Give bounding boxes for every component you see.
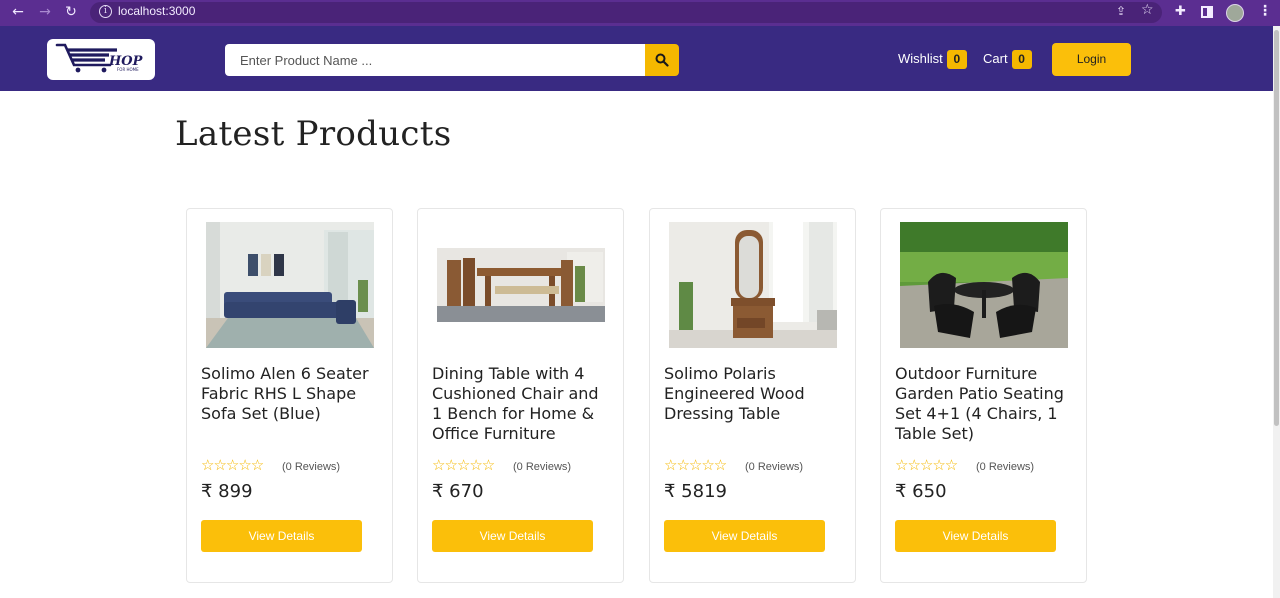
search-input[interactable] bbox=[225, 44, 645, 76]
rating-stars: ☆☆☆☆☆ bbox=[895, 456, 958, 474]
product-price: ₹ 670 bbox=[432, 481, 484, 502]
search-button[interactable] bbox=[645, 44, 679, 76]
view-details-button[interactable]: View Details bbox=[201, 520, 362, 552]
split-view-icon[interactable] bbox=[1201, 6, 1213, 18]
view-details-button[interactable]: View Details bbox=[432, 520, 593, 552]
patio-set-image bbox=[900, 222, 1068, 348]
product-title[interactable]: Solimo Polaris Engineered Wood Dressing … bbox=[664, 364, 844, 424]
site-logo[interactable]: HOP FOR HOME bbox=[47, 39, 155, 80]
view-details-button[interactable]: View Details bbox=[664, 520, 825, 552]
rating-stars: ☆☆☆☆☆ bbox=[201, 456, 264, 474]
shop-logo-graphic: HOP FOR HOME bbox=[55, 43, 144, 73]
url-text[interactable]: localhost:3000 bbox=[118, 4, 195, 18]
svg-text:FOR HOME: FOR HOME bbox=[117, 67, 139, 72]
product-image[interactable] bbox=[669, 222, 837, 348]
search-icon bbox=[655, 53, 669, 67]
review-count: (0 Reviews) bbox=[513, 461, 572, 473]
share-icon[interactable]: ⇪ bbox=[1116, 4, 1126, 18]
wishlist-label: Wishlist bbox=[898, 50, 943, 66]
product-image[interactable] bbox=[206, 222, 374, 348]
product-card[interactable]: Outdoor Furniture Garden Patio Seating S… bbox=[880, 208, 1087, 583]
info-icon[interactable]: i bbox=[99, 5, 112, 18]
star-icon[interactable]: ☆ bbox=[1141, 2, 1154, 18]
product-image[interactable] bbox=[437, 222, 605, 348]
product-title[interactable]: Dining Table with 4 Cushioned Chair and … bbox=[432, 364, 612, 444]
scrollbar-thumb[interactable] bbox=[1274, 30, 1279, 426]
review-count: (0 Reviews) bbox=[976, 461, 1035, 473]
cart-count-badge: 0 bbox=[1011, 50, 1032, 69]
view-details-button[interactable]: View Details bbox=[895, 520, 1056, 552]
product-title[interactable]: Solimo Alen 6 Seater Fabric RHS L Shape … bbox=[201, 364, 381, 424]
profile-avatar[interactable] bbox=[1226, 4, 1244, 22]
product-title[interactable]: Outdoor Furniture Garden Patio Seating S… bbox=[895, 364, 1075, 444]
rating-stars: ☆☆☆☆☆ bbox=[664, 456, 727, 474]
login-button[interactable]: Login bbox=[1052, 43, 1131, 76]
cart-label: Cart bbox=[983, 50, 1008, 66]
rating-stars: ☆☆☆☆☆ bbox=[432, 456, 495, 474]
review-count: (0 Reviews) bbox=[745, 461, 804, 473]
product-price: ₹ 899 bbox=[201, 481, 253, 502]
dining-table-image bbox=[437, 222, 605, 348]
product-card[interactable]: Solimo Alen 6 Seater Fabric RHS L Shape … bbox=[186, 208, 393, 583]
wishlist-link[interactable]: Wishlist 0 bbox=[898, 50, 967, 69]
page-title: Latest Products bbox=[175, 114, 452, 154]
cart-link[interactable]: Cart 0 bbox=[983, 50, 1032, 69]
kebab-menu-icon[interactable]: ⋮ bbox=[1258, 3, 1272, 19]
page-scrollbar[interactable] bbox=[1273, 26, 1280, 598]
product-price: ₹ 650 bbox=[895, 481, 947, 502]
forward-arrow-icon[interactable]: → bbox=[36, 3, 54, 21]
product-card[interactable]: Dining Table with 4 Cushioned Chair and … bbox=[417, 208, 624, 583]
sofa-image bbox=[206, 222, 374, 348]
wishlist-count-badge: 0 bbox=[946, 50, 967, 69]
browser-toolbar: ← → ↻ i localhost:3000 ⇪ ☆ ✚ ⋮ bbox=[0, 0, 1280, 26]
dressing-table-image bbox=[669, 222, 837, 348]
back-arrow-icon[interactable]: ← bbox=[9, 3, 27, 21]
site-header: HOP FOR HOME Wishlist0 Cart0 Login bbox=[0, 26, 1273, 91]
product-price: ₹ 5819 bbox=[664, 481, 727, 502]
puzzle-icon[interactable]: ✚ bbox=[1175, 4, 1186, 19]
address-bar[interactable]: i localhost:3000 ⇪ ☆ bbox=[90, 2, 1162, 23]
product-image[interactable] bbox=[900, 222, 1068, 348]
review-count: (0 Reviews) bbox=[282, 461, 341, 473]
reload-icon[interactable]: ↻ bbox=[62, 3, 80, 21]
product-card[interactable]: Solimo Polaris Engineered Wood Dressing … bbox=[649, 208, 856, 583]
